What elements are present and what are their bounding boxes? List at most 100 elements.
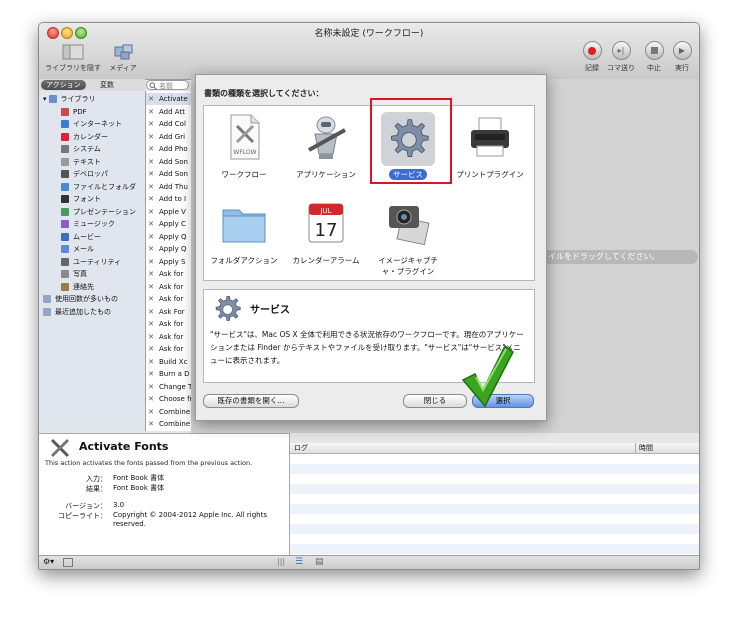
- action-item[interactable]: ✕ Apply C: [146, 218, 191, 230]
- action-item[interactable]: ✕ Add Gri: [146, 131, 191, 143]
- action-x-icon: ✕: [148, 270, 154, 278]
- play-icon: ▶: [672, 41, 692, 60]
- action-item[interactable]: ✕ Ask for: [146, 281, 191, 293]
- stop-button[interactable]: 中止: [641, 41, 667, 73]
- library-item[interactable]: 写真: [61, 268, 87, 280]
- log-view-icon[interactable]: ▤: [315, 557, 324, 567]
- action-item[interactable]: ✕ Ask for: [146, 331, 191, 343]
- action-item[interactable]: ✕ Add Col: [146, 118, 191, 130]
- log-row: [290, 524, 699, 534]
- action-item[interactable]: ✕ Ask for: [146, 343, 191, 355]
- type-folder-action[interactable]: フォルダアクション: [206, 198, 282, 266]
- action-item[interactable]: ✕ Add Pho: [146, 143, 191, 155]
- action-item[interactable]: ✕ Apply Q: [146, 231, 191, 243]
- drop-hint: イルをドラッグしてください。: [538, 250, 698, 264]
- action-item[interactable]: ✕ Build Xc: [146, 356, 191, 368]
- type-print-plugin[interactable]: プリントプラグイン: [452, 112, 528, 180]
- library-item[interactable]: システム: [61, 143, 101, 155]
- library-item[interactable]: 使用回数が多いもの: [43, 293, 118, 305]
- action-item[interactable]: ✕ Choose from List: [146, 393, 191, 405]
- list-view-icon[interactable]: ☰: [295, 557, 303, 567]
- action-item[interactable]: ✕ Combine PDF Pages: [146, 406, 191, 418]
- library-item-label: テキスト: [73, 157, 101, 166]
- action-item[interactable]: ✕ Ask for: [146, 318, 191, 330]
- action-item[interactable]: ✕ Add Thu: [146, 181, 191, 193]
- action-item[interactable]: ✕ Ask for: [146, 268, 191, 280]
- show-description-icon[interactable]: [63, 558, 73, 567]
- run-button[interactable]: ▶ 実行: [669, 41, 695, 73]
- run-label: 実行: [675, 64, 689, 72]
- library-item[interactable]: カレンダー: [61, 131, 108, 143]
- workflow-document-icon: WFLOW: [230, 114, 260, 160]
- action-item[interactable]: ✕ Add Son: [146, 168, 191, 180]
- log-column-header[interactable]: ログ: [294, 443, 308, 453]
- library-item[interactable]: フォント: [61, 193, 101, 205]
- action-item[interactable]: ✕ Burn a D: [146, 368, 191, 380]
- action-item-label: Burn a D: [159, 370, 190, 378]
- font-icon: [61, 195, 69, 203]
- type-image-capture-plugin[interactable]: イメージキャプチャ・プラグイン: [370, 198, 446, 277]
- action-item[interactable]: ✕ Add Son: [146, 156, 191, 168]
- action-item-label: Add Pho: [159, 145, 188, 153]
- action-item[interactable]: ✕ Apply S: [146, 256, 191, 268]
- search-placeholder: 名前: [159, 82, 173, 90]
- record-button[interactable]: 記録: [579, 41, 605, 73]
- disclosure-triangle-icon[interactable]: ▾: [43, 95, 47, 103]
- hide-library-button[interactable]: ライブラリを隠す: [43, 43, 103, 73]
- system-icon: [61, 145, 69, 153]
- tab-actions[interactable]: アクション: [41, 80, 86, 90]
- mail-icon: [61, 245, 69, 253]
- time-column-header[interactable]: 時間: [635, 443, 653, 453]
- library-item-label: PDF: [73, 107, 87, 116]
- action-item[interactable]: ✕ Ask for: [146, 293, 191, 305]
- folder-action-icon: [222, 209, 266, 243]
- action-x-icon: ✕: [148, 245, 154, 253]
- action-item[interactable]: ✕ Change Type of Images: [146, 381, 191, 393]
- action-x-icon: ✕: [148, 345, 154, 353]
- window-title: 名称未設定 (ワークフロー): [314, 29, 424, 39]
- action-x-icon: ✕: [148, 395, 154, 403]
- library-item[interactable]: テキスト: [61, 156, 101, 168]
- action-x-icon: ✕: [148, 157, 154, 166]
- library-item-label: ミュージック: [73, 220, 115, 228]
- library-item[interactable]: ミュージック: [61, 218, 115, 230]
- step-button[interactable]: ▸| コマ送り: [605, 41, 637, 73]
- type-workflow[interactable]: WFLOW ワークフロー: [206, 112, 282, 180]
- action-item[interactable]: ✕ Add Att: [146, 106, 191, 118]
- action-item-label: Ask for: [159, 282, 184, 291]
- action-x-icon: ✕: [148, 382, 154, 391]
- library-item-label: カレンダー: [73, 132, 108, 141]
- search-input[interactable]: 名前: [146, 80, 189, 90]
- action-item[interactable]: ✕ Apply Q: [146, 243, 191, 255]
- library-item[interactable]: 連絡先: [61, 281, 94, 293]
- open-existing-button[interactable]: 既存の書類を開く...: [203, 394, 299, 408]
- action-item[interactable]: ✕ Add to I: [146, 193, 191, 205]
- action-item[interactable]: ✕ Apple V: [146, 206, 191, 218]
- description-title: Activate Fonts: [79, 440, 169, 453]
- library-item[interactable]: プレゼンテーション: [61, 206, 136, 218]
- action-item[interactable]: ✕ Combine Text Files: [146, 418, 191, 430]
- type-application[interactable]: アプリケーション: [288, 112, 364, 180]
- library-item[interactable]: インターネット: [61, 118, 122, 130]
- log-row: [290, 484, 699, 494]
- step-icon: ▸|: [611, 41, 631, 60]
- library-item-label: システム: [73, 145, 101, 153]
- library-item[interactable]: メール: [61, 243, 94, 255]
- tab-variables[interactable]: 変数: [95, 80, 119, 90]
- library-item[interactable]: デベロッパ: [61, 168, 108, 180]
- type-calendar-alarm[interactable]: JUL 17 カレンダーアラーム: [288, 198, 364, 266]
- action-item[interactable]: ✕ Ask For: [146, 306, 191, 318]
- action-x-icon: ✕: [148, 182, 154, 191]
- library-item[interactable]: ユーティリティ: [61, 256, 121, 268]
- gear-icon[interactable]: ⚙▾: [43, 557, 54, 566]
- library-item[interactable]: ▾ ライブラリ: [43, 93, 96, 105]
- library-item[interactable]: PDF: [61, 106, 87, 118]
- log-row: [290, 504, 699, 514]
- action-item[interactable]: ✕ Activate: [146, 93, 191, 105]
- media-button[interactable]: メディア: [103, 43, 143, 73]
- library-item[interactable]: ムービー: [61, 231, 101, 243]
- library-item[interactable]: ファイルとフォルダ: [61, 181, 136, 193]
- library-item[interactable]: 最近追加したもの: [43, 306, 111, 318]
- media-label: メディア: [109, 64, 137, 72]
- resize-handle-icon[interactable]: |||: [277, 557, 285, 566]
